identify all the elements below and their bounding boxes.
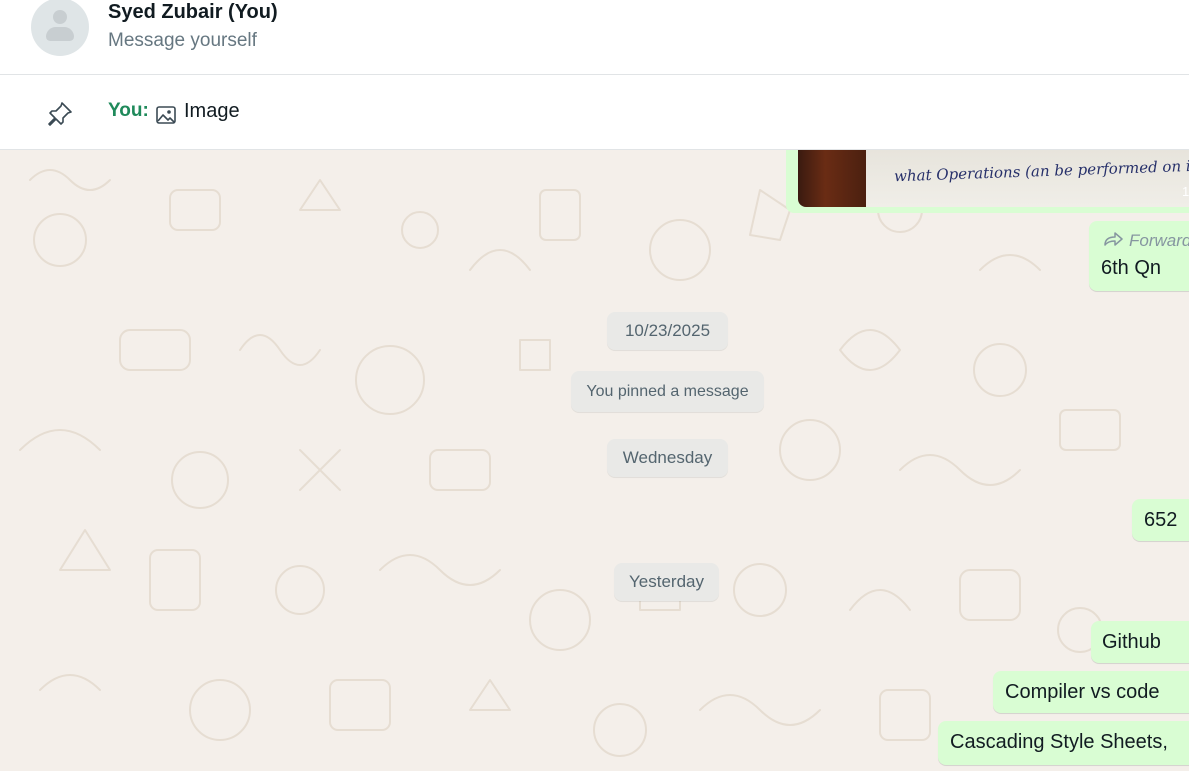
pinned-text: Image — [184, 100, 240, 122]
outgoing-message[interactable]: Compiler vs code — [993, 671, 1189, 713]
forward-arrow-icon — [1104, 232, 1123, 246]
avatar-body — [46, 27, 74, 41]
message-text: Cascading Style Sheets, — [950, 731, 1168, 753]
pinned-sender: You: — [108, 100, 149, 121]
date-separator: Yesterday — [614, 563, 719, 601]
image-timestamp-fragment: 1 — [1182, 184, 1189, 199]
message-text: 6th Qn — [1101, 257, 1162, 279]
outgoing-message[interactable]: Cascading Style Sheets, — [938, 721, 1189, 765]
pinned-notice: You pinned a message — [571, 371, 764, 412]
forwarded-label: Forwarded — [1129, 231, 1189, 250]
avatar-head — [53, 10, 67, 24]
date-separator: Wednesday — [607, 439, 728, 477]
message-text: Compiler vs code — [1005, 681, 1160, 703]
message-text: 652 — [1144, 509, 1178, 531]
message-text: Github — [1102, 631, 1161, 653]
pin-icon[interactable] — [46, 100, 74, 128]
outgoing-message[interactable]: 652 — [1132, 499, 1189, 541]
contact-name[interactable]: Syed Zubair (You) — [108, 0, 278, 24]
forwarded-message-bubble[interactable]: Forwarded 6th Qn — [1089, 221, 1189, 291]
outgoing-message[interactable]: Github — [1091, 621, 1189, 663]
contact-subtitle: Message yourself — [108, 30, 257, 51]
date-separator: 10/23/2025 — [607, 312, 728, 350]
image-message-preview[interactable]: what Operations (an be performed on it — [798, 150, 1189, 207]
image-icon — [156, 106, 176, 124]
image-wood-area — [798, 150, 866, 207]
default-user-avatar-icon[interactable] — [31, 0, 89, 56]
pinned-message-bar[interactable] — [0, 76, 1189, 150]
chat-header[interactable]: Syed Zubair (You) Message yourself — [0, 0, 1189, 75]
